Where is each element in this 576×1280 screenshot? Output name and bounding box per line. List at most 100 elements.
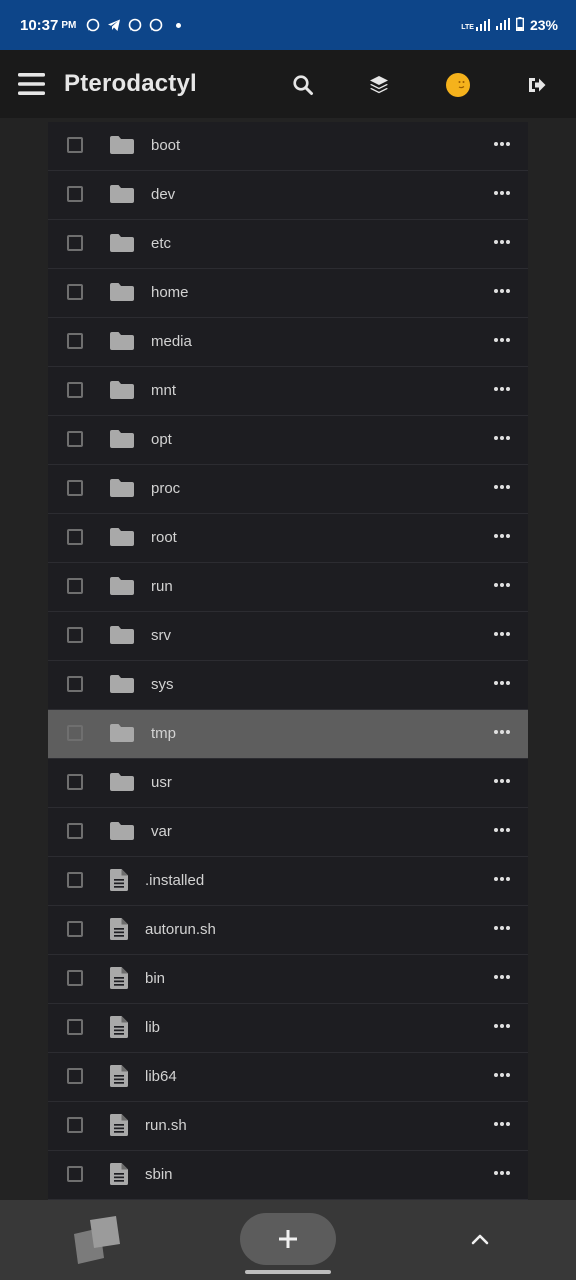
file-name: usr <box>151 774 172 791</box>
layers-icon[interactable] <box>366 72 392 98</box>
file-row[interactable]: run.sh <box>48 1102 528 1151</box>
more-options-icon[interactable] <box>494 240 510 244</box>
folder-row[interactable]: dev <box>48 171 528 220</box>
file-name: autorun.sh <box>145 921 216 938</box>
logout-icon[interactable] <box>524 72 550 98</box>
battery-percent: 23% <box>529 17 558 33</box>
folder-row[interactable]: boot <box>48 122 528 171</box>
app-bar: Pterodactyl <box>0 50 576 118</box>
status-time: 10:37 <box>20 16 59 34</box>
select-checkbox[interactable] <box>67 284 83 300</box>
select-checkbox[interactable] <box>67 382 83 398</box>
folder-row[interactable]: var <box>48 808 528 857</box>
folder-row[interactable]: sys <box>48 661 528 710</box>
folder-row[interactable]: root <box>48 514 528 563</box>
more-options-icon[interactable] <box>494 485 510 489</box>
app-logo[interactable] <box>70 1214 124 1266</box>
file-name: var <box>151 823 172 840</box>
add-button[interactable] <box>240 1213 336 1265</box>
folder-icon <box>110 184 134 209</box>
more-options-icon[interactable] <box>494 926 510 930</box>
select-checkbox[interactable] <box>67 480 83 496</box>
home-indicator[interactable] <box>245 1270 331 1274</box>
more-options-icon[interactable] <box>494 730 510 734</box>
file-name: sbin <box>145 1166 173 1183</box>
folder-row[interactable]: tmp <box>48 710 528 759</box>
file-name: lib <box>145 1019 161 1036</box>
notification-icons <box>86 18 182 32</box>
add-icon <box>279 1230 297 1248</box>
select-checkbox[interactable] <box>67 725 83 741</box>
more-options-icon[interactable] <box>494 338 510 342</box>
chevron-up-icon[interactable] <box>468 1228 492 1252</box>
folder-icon <box>110 576 134 601</box>
select-checkbox[interactable] <box>67 872 83 888</box>
select-checkbox[interactable] <box>67 137 83 153</box>
select-checkbox[interactable] <box>67 186 83 202</box>
search-icon[interactable] <box>290 72 316 98</box>
folder-row[interactable]: srv <box>48 612 528 661</box>
select-checkbox[interactable] <box>67 627 83 643</box>
file-icon <box>110 1016 128 1043</box>
more-options-icon[interactable] <box>494 583 510 587</box>
more-options-icon[interactable] <box>494 534 510 538</box>
file-name: sys <box>151 676 174 693</box>
more-options-icon[interactable] <box>494 289 510 293</box>
file-row[interactable]: sbin <box>48 1151 528 1200</box>
file-row[interactable]: autorun.sh <box>48 906 528 955</box>
more-options-icon[interactable] <box>494 877 510 881</box>
more-options-icon[interactable] <box>494 436 510 440</box>
select-checkbox[interactable] <box>67 676 83 692</box>
file-icon <box>110 1163 128 1190</box>
file-name: root <box>151 529 177 546</box>
folder-row[interactable]: media <box>48 318 528 367</box>
file-row[interactable]: lib64 <box>48 1053 528 1102</box>
menu-icon[interactable] <box>18 72 45 96</box>
more-options-icon[interactable] <box>494 828 510 832</box>
avatar[interactable] <box>445 72 471 98</box>
more-options-icon[interactable] <box>494 681 510 685</box>
file-row[interactable]: .installed <box>48 857 528 906</box>
folder-row[interactable]: home <box>48 269 528 318</box>
lte-signal-icon: LTE <box>461 19 490 31</box>
select-checkbox[interactable] <box>67 1117 83 1133</box>
folder-icon <box>110 282 134 307</box>
folder-row[interactable]: mnt <box>48 367 528 416</box>
more-options-icon[interactable] <box>494 1024 510 1028</box>
more-options-icon[interactable] <box>494 632 510 636</box>
more-options-icon[interactable] <box>494 1073 510 1077</box>
select-checkbox[interactable] <box>67 970 83 986</box>
status-bar: 10:37 PM LTE 23% <box>0 0 576 50</box>
folder-row[interactable]: run <box>48 563 528 612</box>
folder-row[interactable]: etc <box>48 220 528 269</box>
folder-row[interactable]: opt <box>48 416 528 465</box>
select-checkbox[interactable] <box>67 1068 83 1084</box>
select-checkbox[interactable] <box>67 235 83 251</box>
select-checkbox[interactable] <box>67 1019 83 1035</box>
more-options-icon[interactable] <box>494 142 510 146</box>
telegram-icon <box>107 18 121 32</box>
select-checkbox[interactable] <box>67 823 83 839</box>
status-ampm: PM <box>61 19 77 31</box>
select-checkbox[interactable] <box>67 333 83 349</box>
more-options-icon[interactable] <box>494 1122 510 1126</box>
more-options-icon[interactable] <box>494 387 510 391</box>
select-checkbox[interactable] <box>67 774 83 790</box>
file-row[interactable]: bin <box>48 955 528 1004</box>
select-checkbox[interactable] <box>67 1166 83 1182</box>
folder-row[interactable]: proc <box>48 465 528 514</box>
file-name: boot <box>151 137 181 154</box>
folder-icon <box>110 772 134 797</box>
select-checkbox[interactable] <box>67 431 83 447</box>
select-checkbox[interactable] <box>67 529 83 545</box>
folder-row[interactable]: usr <box>48 759 528 808</box>
whatsapp-icon <box>128 18 142 32</box>
select-checkbox[interactable] <box>67 578 83 594</box>
more-options-icon[interactable] <box>494 779 510 783</box>
folder-icon <box>110 135 134 160</box>
more-options-icon[interactable] <box>494 191 510 195</box>
select-checkbox[interactable] <box>67 921 83 937</box>
file-row[interactable]: lib <box>48 1004 528 1053</box>
more-options-icon[interactable] <box>494 1171 510 1175</box>
more-options-icon[interactable] <box>494 975 510 979</box>
